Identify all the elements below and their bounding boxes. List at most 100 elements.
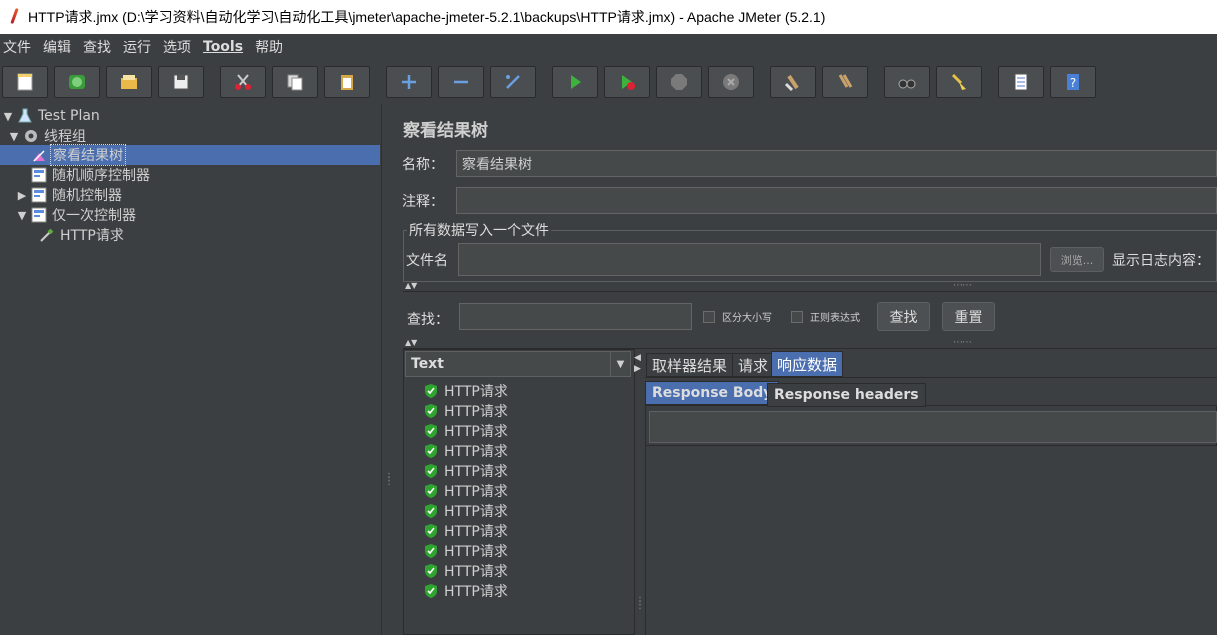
tab-divider <box>645 377 1217 378</box>
toolbar: ? <box>0 60 1217 104</box>
expand-arrow[interactable]: ▼ <box>8 130 20 143</box>
list-item-label: HTTP请求 <box>444 384 508 400</box>
list-item-label: HTTP请求 <box>444 464 508 480</box>
expand-button[interactable] <box>386 66 432 98</box>
tree-item-random-order-controller[interactable]: 随机顺序控制器 <box>28 165 152 185</box>
tab-response-data[interactable]: 响应数据 <box>771 351 844 377</box>
broom-icon <box>951 73 966 90</box>
success-shield-icon <box>425 384 437 398</box>
list-item[interactable]: HTTP请求 <box>424 381 508 401</box>
tree-item-label: Test Plan <box>38 108 100 124</box>
success-shield-icon <box>425 564 437 578</box>
collapse-icon <box>454 80 468 84</box>
case-sensitive-checkbox[interactable]: 区分大小写 <box>703 309 772 324</box>
success-shield-icon <box>425 464 437 478</box>
menu-run[interactable]: 运行 <box>120 37 158 57</box>
list-item[interactable]: HTTP请求 <box>424 421 508 441</box>
list-item[interactable]: HTTP请求 <box>424 481 508 501</box>
tab-request[interactable]: 请求 <box>732 353 775 377</box>
regex-label: 正则表达式 <box>810 313 860 324</box>
search-input[interactable] <box>459 303 692 330</box>
expand-arrow[interactable]: ▼ <box>2 110 14 123</box>
checkbox-box[interactable] <box>703 310 715 323</box>
browse-button[interactable]: 浏览... <box>1050 247 1104 272</box>
list-item-label: HTTP请求 <box>444 584 508 600</box>
menu-search[interactable]: 查找 <box>80 37 118 57</box>
divider <box>403 291 1217 292</box>
search-button[interactable] <box>884 66 930 98</box>
reset-search-button[interactable] <box>936 66 982 98</box>
search-label: 查找： <box>407 312 449 328</box>
menu-tools[interactable]: Tools <box>200 39 250 55</box>
checkbox-box[interactable] <box>791 310 803 323</box>
list-item-label: HTTP请求 <box>444 564 508 580</box>
list-item[interactable]: HTTP请求 <box>424 581 508 601</box>
menu-edit[interactable]: 编辑 <box>40 37 78 57</box>
tab-sampler-result[interactable]: 取样器结果 <box>646 353 734 377</box>
start-no-pause-button[interactable] <box>604 66 650 98</box>
vertical-grip[interactable]: ⋮ ⋮ <box>635 597 645 611</box>
paste-button[interactable] <box>324 66 370 98</box>
tree-item-random-controller[interactable]: ▶ 随机控制器 <box>16 185 124 205</box>
collapse-arrows[interactable]: ▲▼ <box>405 281 417 290</box>
list-item[interactable]: HTTP请求 <box>424 541 508 561</box>
clear-all-icon <box>838 74 853 88</box>
list-item[interactable]: HTTP请求 <box>424 401 508 421</box>
list-item[interactable]: HTTP请求 <box>424 461 508 481</box>
response-body-text[interactable] <box>646 445 1217 635</box>
menu-options[interactable]: 选项 <box>160 37 198 57</box>
shutdown-button[interactable] <box>708 66 754 98</box>
toggle-button[interactable] <box>490 66 536 98</box>
menu-file[interactable]: 文件 <box>0 37 38 57</box>
menu-help[interactable]: 帮助 <box>252 37 290 57</box>
open-button[interactable] <box>106 66 152 98</box>
flask-icon <box>18 108 32 123</box>
reset-button[interactable]: 重置 <box>942 302 995 331</box>
filename-field[interactable] <box>458 243 1041 276</box>
collapse-arrows[interactable]: ▲▼ <box>405 338 417 347</box>
list-item[interactable]: HTTP请求 <box>424 441 508 461</box>
regex-checkbox[interactable]: 正则表达式 <box>791 309 860 324</box>
tree-item-http-request[interactable]: HTTP请求 <box>36 225 126 245</box>
horizontal-grip[interactable]: ⋯⋯ <box>953 281 972 291</box>
stop-button[interactable] <box>656 66 702 98</box>
clear-button[interactable] <box>770 66 816 98</box>
window-title-bar: HTTP请求.jmx (D:\学习资料\自动化学习\自动化工具\jmeter\a… <box>0 0 1217 34</box>
save-button[interactable] <box>158 66 204 98</box>
controller-icon <box>31 187 47 203</box>
copy-button[interactable] <box>272 66 318 98</box>
list-item[interactable]: HTTP请求 <box>424 501 508 521</box>
renderer-select[interactable]: Text ▼ <box>405 351 631 377</box>
chevron-down-icon[interactable]: ▼ <box>610 352 630 376</box>
tab-response-body[interactable]: Response Body <box>645 381 780 405</box>
panel-title: 察看结果树 <box>403 121 488 141</box>
function-helper-button[interactable] <box>998 66 1044 98</box>
tree-splitter[interactable]: ⋮ ⋮ <box>381 104 394 635</box>
tab-response-headers[interactable]: Response headers <box>767 383 926 407</box>
comment-field[interactable] <box>456 187 1217 214</box>
split-arrows[interactable]: ◀ ▶ <box>634 353 641 375</box>
name-field[interactable]: 察看结果树 <box>456 150 1217 177</box>
success-shield-icon <box>425 544 437 558</box>
horizontal-grip[interactable]: ⋯⋯ <box>953 338 972 348</box>
list-item[interactable]: HTTP请求 <box>424 561 508 581</box>
start-button[interactable] <box>552 66 598 98</box>
collapse-button[interactable] <box>438 66 484 98</box>
expand-icon <box>402 75 416 89</box>
tree-item-test-plan[interactable]: ▼ Test Plan <box>2 106 102 126</box>
help-button[interactable]: ? <box>1050 66 1096 98</box>
response-search-bar[interactable] <box>649 411 1217 443</box>
templates-button[interactable] <box>54 66 100 98</box>
tree-item-view-results-tree[interactable]: 察看结果树 <box>0 144 380 166</box>
case-sensitive-label: 区分大小写 <box>722 313 772 324</box>
tree-item-once-only-controller[interactable]: ▼ 仅一次控制器 <box>16 205 138 225</box>
clear-all-button[interactable] <box>822 66 868 98</box>
tree-item-thread-group[interactable]: ▼ 线程组 <box>8 126 88 146</box>
jmeter-feather-icon <box>8 8 20 26</box>
cut-button[interactable] <box>220 66 266 98</box>
expand-arrow[interactable]: ▼ <box>16 209 28 222</box>
expand-arrow[interactable]: ▶ <box>16 189 28 202</box>
new-button[interactable] <box>2 66 48 98</box>
list-item[interactable]: HTTP请求 <box>424 521 508 541</box>
find-button[interactable]: 查找 <box>877 302 930 331</box>
